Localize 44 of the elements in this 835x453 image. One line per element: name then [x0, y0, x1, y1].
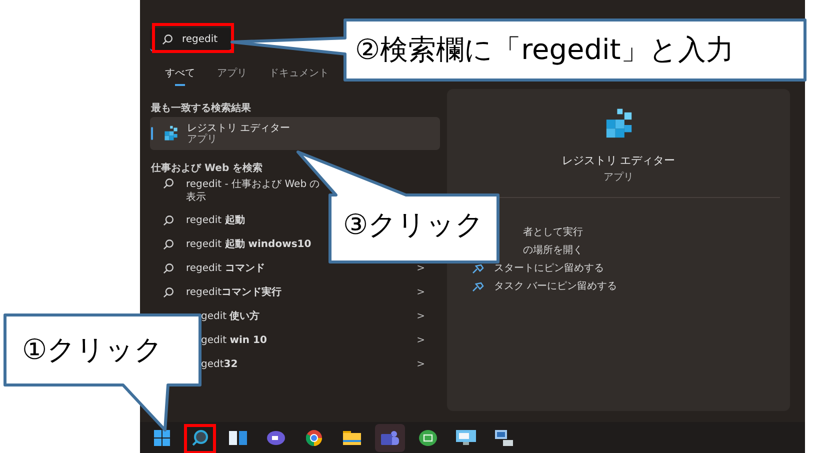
windows-logo-icon[interactable]: [154, 430, 170, 446]
suggestion-text[interactable]: regeditコマンド実行: [186, 286, 282, 298]
monitor-icon[interactable]: [456, 430, 476, 445]
preview-title: レジストリ エディター: [562, 153, 676, 169]
computer-icon[interactable]: [495, 430, 513, 446]
chevron[interactable]: >: [416, 356, 425, 372]
section-heading: 最も一致する検索結果: [150, 103, 251, 114]
callout-text: ②検索欄に「regedit」と入力: [355, 32, 734, 68]
team-app-icon[interactable]: [381, 430, 399, 446]
cubes-icon: [162, 124, 180, 142]
folder-icon[interactable]: [343, 430, 361, 444]
suggestion-text[interactable]: regedit 起動: [186, 214, 245, 226]
tab[interactable]: アプリ: [217, 66, 247, 84]
callout-text: ①クリック: [22, 332, 164, 368]
tab[interactable]: すべて: [165, 66, 195, 84]
suggestion-text[interactable]: regedit - 仕事および Web の: [186, 178, 320, 191]
result-title: レジストリ エディター: [187, 122, 290, 134]
suggestion-text[interactable]: 表示: [186, 191, 206, 204]
suggestion-text[interactable]: gedit win 10: [201, 334, 267, 346]
search-text: regedit: [182, 32, 218, 46]
search-icon: [162, 34, 173, 44]
app-icon[interactable]: [419, 430, 437, 446]
preview-subtitle: アプリ: [604, 170, 634, 184]
video-chat-icon[interactable]: [267, 430, 285, 444]
section-heading: 仕事および Web を検索: [150, 163, 263, 174]
suggestion-text[interactable]: regedit コマンド: [186, 262, 265, 274]
widgets-icon[interactable]: [229, 430, 247, 444]
browser-icon[interactable]: [306, 430, 322, 446]
suggestion-text[interactable]: gedt32: [201, 358, 238, 370]
action-text[interactable]: タスク バーにピン留めする: [494, 279, 618, 294]
action-text[interactable]: 者として実行: [523, 225, 583, 240]
tab[interactable]: ドキュメント: [269, 66, 329, 84]
chevron[interactable]: >: [416, 284, 425, 300]
action-text[interactable]: の場所を開く: [523, 243, 583, 258]
search-icon[interactable]: [191, 428, 209, 446]
chevron[interactable]: >: [416, 260, 425, 276]
best-match-result[interactable]: レジストリ エディター アプリ: [150, 117, 440, 150]
suggestion-text[interactable]: gedit 使い方: [201, 310, 260, 322]
suggestion-text[interactable]: regedit 起動 windows10: [186, 238, 312, 250]
callout-text: ③クリック: [343, 207, 484, 243]
action-text[interactable]: スタートにピン留めする: [494, 261, 604, 276]
chevron[interactable]: >: [416, 308, 425, 324]
result-subtitle: アプリ: [187, 134, 218, 144]
chevron[interactable]: >: [416, 332, 425, 348]
